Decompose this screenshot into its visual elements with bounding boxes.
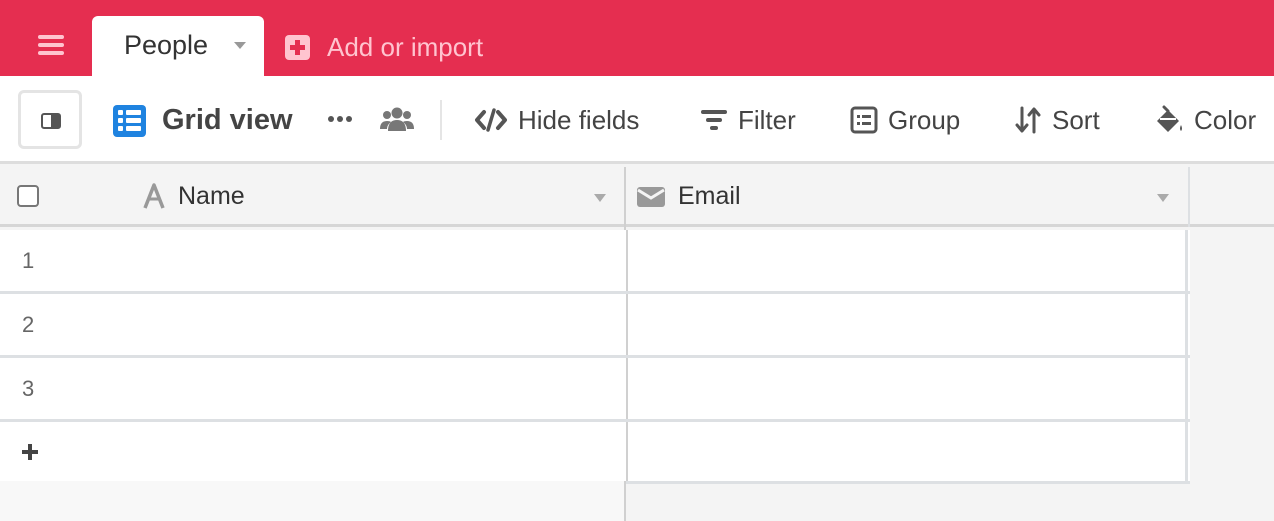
toolbar-divider: [440, 100, 442, 140]
paint-bucket-icon: [1157, 105, 1182, 132]
hide-fields-label: Hide fields: [518, 104, 640, 135]
email-cell[interactable]: [626, 358, 1188, 419]
caret-down-icon[interactable]: [1157, 194, 1169, 202]
caret-down-icon[interactable]: [234, 42, 246, 49]
hamburger-icon[interactable]: [38, 35, 64, 57]
row-number: 1: [22, 248, 35, 273]
color-label: Color: [1194, 104, 1257, 135]
filter-label: Filter: [738, 104, 796, 135]
group-label: Group: [888, 104, 961, 135]
ellipsis-icon[interactable]: [326, 112, 354, 126]
caret-down-icon[interactable]: [594, 194, 606, 202]
sidebar-toggle-icon: [41, 113, 61, 129]
filter-icon: [701, 110, 727, 130]
row-number: 2: [22, 312, 35, 337]
view-toolbar: Grid view Hide fields Filter Group Sort …: [0, 76, 1274, 164]
group-button[interactable]: Group: [850, 102, 960, 138]
email-cell[interactable]: [626, 230, 1188, 291]
add-or-import-button[interactable]: Add or import: [285, 30, 483, 64]
add-row-email-area[interactable]: [626, 422, 1188, 481]
table-row[interactable]: 3: [0, 358, 1190, 422]
tab-label: People: [124, 30, 209, 60]
column-divider: [624, 481, 626, 521]
add-field-header[interactable]: [1190, 167, 1274, 227]
table-row[interactable]: 2: [0, 294, 1190, 358]
sort-icon: [1015, 106, 1041, 134]
people-icon[interactable]: [380, 104, 414, 134]
column-header-email[interactable]: Email: [626, 167, 1188, 227]
sidebar-toggle-button[interactable]: [18, 90, 82, 149]
color-button[interactable]: Color: [1154, 102, 1256, 138]
column-label: Name: [178, 182, 245, 210]
plus-icon: [22, 444, 38, 460]
grid-view-icon: [113, 104, 146, 137]
plus-square-icon: [285, 34, 310, 60]
column-label: Email: [678, 182, 741, 210]
hide-fields-button[interactable]: Hide fields: [474, 102, 639, 138]
add-row-button[interactable]: [0, 422, 1190, 484]
envelope-icon: [637, 187, 665, 207]
column-header-name[interactable]: Name: [0, 167, 624, 227]
grid-footer: [0, 481, 625, 521]
email-cell[interactable]: [626, 294, 1188, 355]
view-switcher[interactable]: Grid view: [113, 104, 293, 137]
table-row[interactable]: 1: [0, 230, 1190, 294]
row-number: 3: [22, 376, 35, 401]
filter-button[interactable]: Filter: [700, 102, 796, 138]
sort-label: Sort: [1052, 104, 1100, 135]
sort-button[interactable]: Sort: [1014, 102, 1100, 138]
select-all-checkbox[interactable]: [17, 185, 39, 207]
text-field-icon: [143, 183, 165, 209]
hide-fields-icon: [475, 108, 507, 132]
view-name: Grid view: [162, 104, 293, 136]
tab-people[interactable]: People: [92, 16, 264, 76]
add-or-import-label: Add or import: [327, 31, 484, 62]
top-bar: People Add or import: [0, 0, 1274, 76]
group-icon: [850, 106, 878, 134]
